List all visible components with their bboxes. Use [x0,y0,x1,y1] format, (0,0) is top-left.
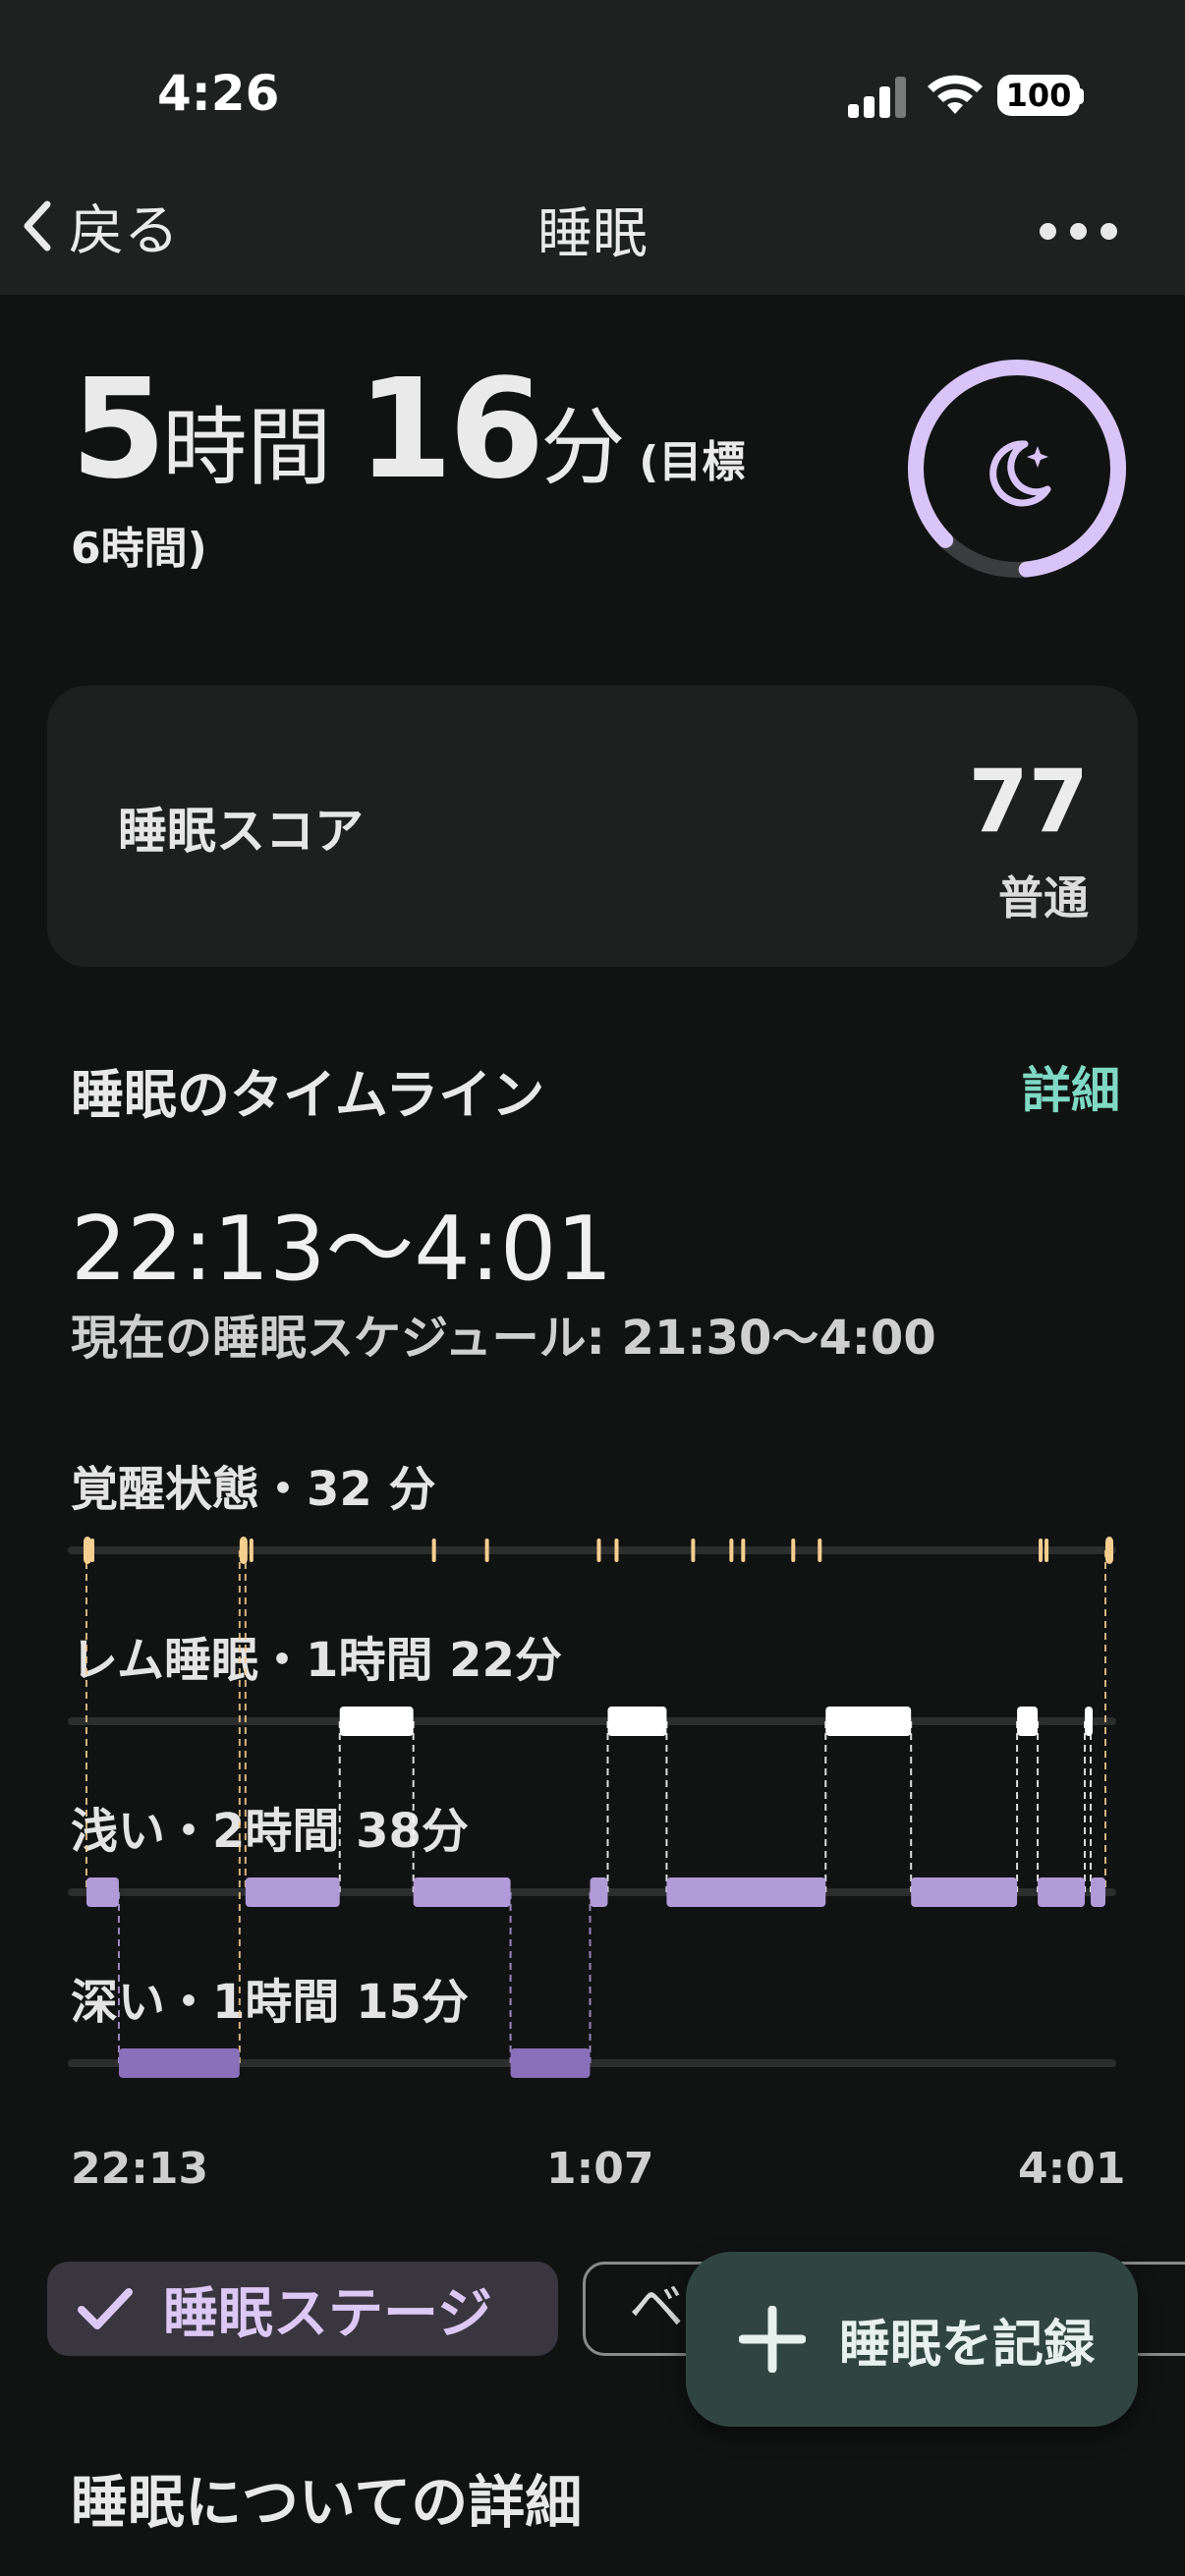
dot-icon [1100,222,1117,240]
moon-stars-icon [989,440,1051,507]
timeline-detail-link[interactable]: 詳細 [1022,1051,1120,1122]
goal-progress-arc [908,360,1126,578]
check-icon [78,2288,133,2329]
axis-start-label: 22:13 [71,2144,209,2194]
awake-tick [818,1539,822,1562]
awake-tick [431,1539,436,1562]
awake-tick [596,1539,601,1562]
awake-tick [791,1539,796,1562]
rem-segment [1017,1707,1039,1736]
axis-mid-label: 1:07 [546,2144,654,2194]
sleep-stage-chart [68,1537,1116,2078]
rem-segment [339,1707,414,1736]
cellular-signal-icon [848,75,907,118]
log-sleep-label: 睡眠を記録 [839,2315,1096,2375]
dot-icon [1040,222,1056,240]
sleep-stage-chip-label: 睡眠ステージ [163,2281,492,2346]
awake-tick [741,1539,746,1562]
plus-icon [739,2306,806,2373]
wifi-icon [928,75,983,114]
awake-tick [1044,1539,1049,1562]
light-segment [1038,1877,1086,1907]
sleep-details-title: 睡眠についての詳細 [71,2469,583,2536]
secondary-chip-label: ベ [629,2276,684,2340]
duration-hours: 5 [71,350,166,510]
awake-tick [729,1539,734,1562]
rem-segment [1085,1707,1094,1736]
light-segment [911,1877,1018,1907]
sleep-score-card[interactable]: 睡眠スコア 77 普通 [47,686,1138,967]
light-segment [85,1877,119,1907]
timeline-title: 睡眠のタイムライン [71,1064,545,1126]
battery-tip [1078,88,1084,104]
deep-segment [510,2048,591,2078]
sleep-score-rating: 普通 [998,871,1089,924]
sleep-score-value: 77 [968,751,1089,852]
rem-segment [825,1707,912,1736]
log-sleep-button[interactable]: 睡眠を記録 [686,2252,1138,2427]
light-segment [245,1877,340,1907]
light-segment [1091,1877,1106,1907]
dot-icon [1070,222,1087,240]
rem-segment [607,1707,667,1736]
axis-end-label: 4:01 [1018,2144,1126,2194]
awake-segment [1105,1537,1114,1564]
sleep-goal-ring [908,360,1126,578]
light-segment [413,1877,511,1907]
sleep-time-range: 22:13〜4:01 [71,1198,613,1301]
page-title: 睡眠 [537,202,648,266]
sleep-duration: 5 時間 16 分 (目標 6時間) [71,362,759,576]
awake-tick [691,1539,696,1562]
awake-segment [239,1537,248,1564]
duration-minutes: 16 [357,350,544,510]
awake-tick [614,1539,619,1562]
light-segment [666,1877,826,1907]
status-time: 4:26 [157,65,280,122]
awake-tick [1039,1539,1044,1562]
awake-tick [484,1539,489,1562]
goal-prefix: (目標 [639,437,746,487]
light-segment [590,1877,608,1907]
battery-icon: 100 [997,75,1080,116]
awake-segment [84,1537,91,1564]
awake-tick [249,1539,254,1562]
sleep-score-label: 睡眠スコア [118,803,364,860]
sleep-schedule: 現在の睡眠スケジュール: 21:30〜4:00 [71,1311,936,1366]
deep-segment [118,2048,240,2078]
duration-hours-unit: 時間 [162,399,332,497]
more-options-button[interactable] [1040,216,1118,246]
goal-suffix: 6時間) [71,524,207,574]
duration-minutes-unit: 分 [540,399,626,497]
sleep-stage-chip[interactable]: 睡眠ステージ [47,2262,558,2356]
